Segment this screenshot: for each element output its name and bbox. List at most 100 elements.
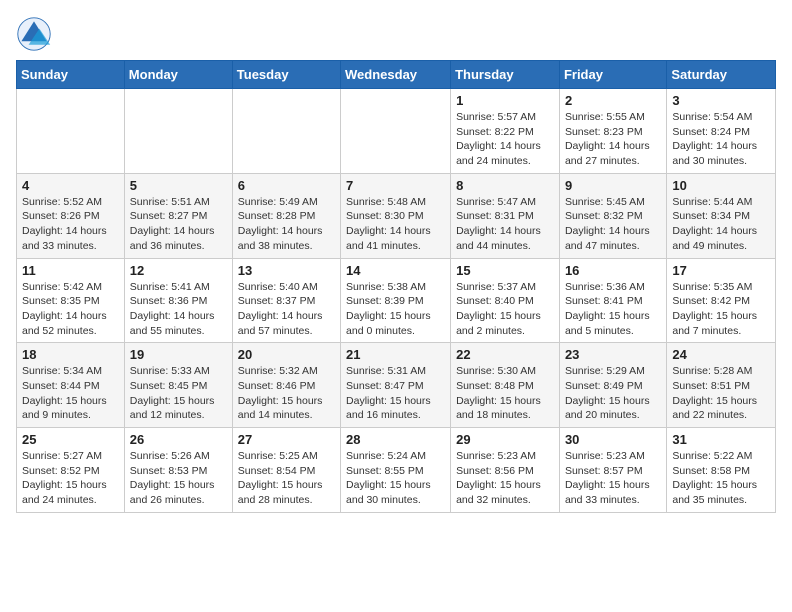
day-cell — [232, 89, 340, 174]
day-cell: 13Sunrise: 5:40 AM Sunset: 8:37 PM Dayli… — [232, 258, 340, 343]
day-number: 30 — [565, 432, 661, 447]
day-cell: 27Sunrise: 5:25 AM Sunset: 8:54 PM Dayli… — [232, 428, 340, 513]
day-cell: 23Sunrise: 5:29 AM Sunset: 8:49 PM Dayli… — [559, 343, 666, 428]
day-header-wednesday: Wednesday — [341, 61, 451, 89]
day-number: 6 — [238, 178, 335, 193]
day-cell — [341, 89, 451, 174]
day-detail: Sunrise: 5:55 AM Sunset: 8:23 PM Dayligh… — [565, 111, 650, 167]
day-number: 20 — [238, 347, 335, 362]
day-cell: 22 Sunrise: 5:30 AM Sunset: 8:48 PM Dayli… — [451, 343, 560, 428]
day-detail: Sunrise: 5:41 AM Sunset: 8:36 PM Dayligh… — [130, 281, 215, 337]
day-number: 14 — [346, 263, 445, 278]
day-detail: Sunrise: 5:35 AM Sunset: 8:42 PM Dayligh… — [672, 281, 757, 337]
day-cell: 19Sunrise: 5:33 AM Sunset: 8:45 PM Dayli… — [124, 343, 232, 428]
week-row-3: 11 Sunrise: 5:42 AM Sunset: 8:35 PM Dayli… — [17, 258, 776, 343]
day-detail: Sunrise: 5:32 AM Sunset: 8:46 PM Dayligh… — [238, 365, 323, 421]
day-detail: Sunrise: 5:29 AM Sunset: 8:49 PM Dayligh… — [565, 365, 650, 421]
day-detail: Sunrise: 5:37 AM Sunset: 8:40 PM Dayligh… — [456, 281, 541, 337]
day-detail: Sunrise: 5:27 AM Sunset: 8:52 PM Dayligh… — [22, 450, 107, 506]
day-number: 26 — [130, 432, 227, 447]
day-header-thursday: Thursday — [451, 61, 560, 89]
day-cell — [124, 89, 232, 174]
day-header-sunday: Sunday — [17, 61, 125, 89]
day-header-saturday: Saturday — [667, 61, 776, 89]
day-number: 21 — [346, 347, 445, 362]
day-detail: Sunrise: 5:38 AM Sunset: 8:39 PM Dayligh… — [346, 281, 431, 337]
day-number: 7 — [346, 178, 445, 193]
day-number: 17 — [672, 263, 770, 278]
day-number: 16 — [565, 263, 661, 278]
day-detail: Sunrise: 5:52 AM Sunset: 8:26 PM Dayligh… — [22, 196, 107, 252]
day-header-tuesday: Tuesday — [232, 61, 340, 89]
calendar-table: SundayMondayTuesdayWednesdayThursdayFrid… — [16, 60, 776, 513]
day-number: 15 — [456, 263, 554, 278]
day-detail: Sunrise: 5:28 AM Sunset: 8:51 PM Dayligh… — [672, 365, 757, 421]
day-number: 4 — [22, 178, 119, 193]
week-row-1: 1 Sunrise: 5:57 AM Sunset: 8:22 PM Daylig… — [17, 89, 776, 174]
day-cell: 16 Sunrise: 5:36 AM Sunset: 8:41 PM Dayli… — [559, 258, 666, 343]
day-detail: Sunrise: 5:47 AM Sunset: 8:31 PM Dayligh… — [456, 196, 541, 252]
day-detail: Sunrise: 5:34 AM Sunset: 8:44 PM Dayligh… — [22, 365, 107, 421]
day-number: 25 — [22, 432, 119, 447]
day-detail: Sunrise: 5:45 AM Sunset: 8:32 PM Dayligh… — [565, 196, 650, 252]
day-cell: 2 Sunrise: 5:55 AM Sunset: 8:23 PM Daylig… — [559, 89, 666, 174]
logo — [16, 16, 58, 52]
day-cell: 21 Sunrise: 5:31 AM Sunset: 8:47 PM Dayli… — [341, 343, 451, 428]
day-detail: Sunrise: 5:42 AM Sunset: 8:35 PM Dayligh… — [22, 281, 107, 337]
day-cell: 11 Sunrise: 5:42 AM Sunset: 8:35 PM Dayli… — [17, 258, 125, 343]
day-number: 10 — [672, 178, 770, 193]
week-row-4: 18 Sunrise: 5:34 AM Sunset: 8:44 PM Dayli… — [17, 343, 776, 428]
day-cell: 17 Sunrise: 5:35 AM Sunset: 8:42 PM Dayli… — [667, 258, 776, 343]
day-number: 2 — [565, 93, 661, 108]
day-detail: Sunrise: 5:40 AM Sunset: 8:37 PM Dayligh… — [238, 281, 323, 337]
day-detail: Sunrise: 5:36 AM Sunset: 8:41 PM Dayligh… — [565, 281, 650, 337]
day-detail: Sunrise: 5:31 AM Sunset: 8:47 PM Dayligh… — [346, 365, 431, 421]
day-cell: 29Sunrise: 5:23 AM Sunset: 8:56 PM Dayli… — [451, 428, 560, 513]
day-cell: 25 Sunrise: 5:27 AM Sunset: 8:52 PM Dayli… — [17, 428, 125, 513]
day-cell: 30 Sunrise: 5:23 AM Sunset: 8:57 PM Dayli… — [559, 428, 666, 513]
logo-icon — [16, 16, 52, 52]
day-headers-row: SundayMondayTuesdayWednesdayThursdayFrid… — [17, 61, 776, 89]
day-detail: Sunrise: 5:23 AM Sunset: 8:57 PM Dayligh… — [565, 450, 650, 506]
day-cell: 8 Sunrise: 5:47 AM Sunset: 8:31 PM Daylig… — [451, 173, 560, 258]
day-header-friday: Friday — [559, 61, 666, 89]
page-header — [16, 16, 776, 52]
day-cell: 18 Sunrise: 5:34 AM Sunset: 8:44 PM Dayli… — [17, 343, 125, 428]
week-row-5: 25 Sunrise: 5:27 AM Sunset: 8:52 PM Dayli… — [17, 428, 776, 513]
day-cell: 3Sunrise: 5:54 AM Sunset: 8:24 PM Daylig… — [667, 89, 776, 174]
day-detail: Sunrise: 5:22 AM Sunset: 8:58 PM Dayligh… — [672, 450, 757, 506]
day-detail: Sunrise: 5:24 AM Sunset: 8:55 PM Dayligh… — [346, 450, 431, 506]
day-number: 9 — [565, 178, 661, 193]
day-cell: 4 Sunrise: 5:52 AM Sunset: 8:26 PM Daylig… — [17, 173, 125, 258]
day-cell: 28Sunrise: 5:24 AM Sunset: 8:55 PM Dayli… — [341, 428, 451, 513]
day-cell: 31 Sunrise: 5:22 AM Sunset: 8:58 PM Dayli… — [667, 428, 776, 513]
day-cell — [17, 89, 125, 174]
day-number: 22 — [456, 347, 554, 362]
day-detail: Sunrise: 5:23 AM Sunset: 8:56 PM Dayligh… — [456, 450, 541, 506]
day-number: 31 — [672, 432, 770, 447]
day-detail: Sunrise: 5:26 AM Sunset: 8:53 PM Dayligh… — [130, 450, 215, 506]
day-detail: Sunrise: 5:30 AM Sunset: 8:48 PM Dayligh… — [456, 365, 541, 421]
day-number: 11 — [22, 263, 119, 278]
day-number: 8 — [456, 178, 554, 193]
day-cell: 15 Sunrise: 5:37 AM Sunset: 8:40 PM Dayli… — [451, 258, 560, 343]
day-cell: 12 Sunrise: 5:41 AM Sunset: 8:36 PM Dayli… — [124, 258, 232, 343]
day-number: 5 — [130, 178, 227, 193]
day-detail: Sunrise: 5:57 AM Sunset: 8:22 PM Dayligh… — [456, 111, 541, 167]
day-header-monday: Monday — [124, 61, 232, 89]
week-row-2: 4 Sunrise: 5:52 AM Sunset: 8:26 PM Daylig… — [17, 173, 776, 258]
day-cell: 10 Sunrise: 5:44 AM Sunset: 8:34 PM Dayli… — [667, 173, 776, 258]
day-number: 24 — [672, 347, 770, 362]
day-detail: Sunrise: 5:48 AM Sunset: 8:30 PM Dayligh… — [346, 196, 431, 252]
day-cell: 26 Sunrise: 5:26 AM Sunset: 8:53 PM Dayli… — [124, 428, 232, 513]
day-cell: 5 Sunrise: 5:51 AM Sunset: 8:27 PM Daylig… — [124, 173, 232, 258]
day-cell: 9 Sunrise: 5:45 AM Sunset: 8:32 PM Daylig… — [559, 173, 666, 258]
day-cell: 7 Sunrise: 5:48 AM Sunset: 8:30 PM Daylig… — [341, 173, 451, 258]
day-detail: Sunrise: 5:25 AM Sunset: 8:54 PM Dayligh… — [238, 450, 323, 506]
day-detail: Sunrise: 5:44 AM Sunset: 8:34 PM Dayligh… — [672, 196, 757, 252]
day-number: 19 — [130, 347, 227, 362]
day-detail: Sunrise: 5:51 AM Sunset: 8:27 PM Dayligh… — [130, 196, 215, 252]
day-number: 12 — [130, 263, 227, 278]
day-number: 18 — [22, 347, 119, 362]
day-number: 1 — [456, 93, 554, 108]
